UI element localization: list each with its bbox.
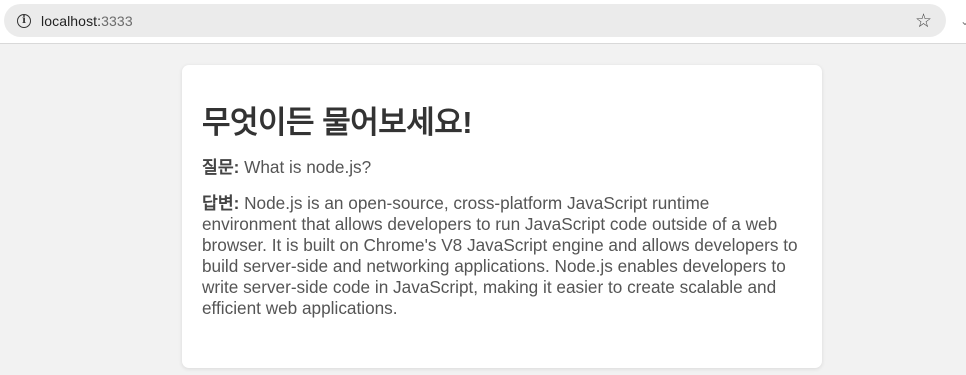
answer-label: 답변: [202,193,240,213]
star-icon[interactable]: ☆ [915,10,932,33]
answer-paragraph: 답변: Node.js is an open-source, cross-pla… [202,193,802,319]
url-port: 3333 [101,13,133,29]
url-host: localhost: [41,13,102,29]
info-icon[interactable]: i [17,14,31,28]
browser-toolbar: i localhost:3333 ☆ ⌄ [0,0,966,44]
qa-card: 무엇이든 물어보세요! 질문: What is node.js? 답변: Nod… [182,65,822,368]
answer-text: Node.js is an open-source, cross-platfor… [202,193,798,318]
question-paragraph: 질문: What is node.js? [202,157,802,178]
overflow-menu-icon[interactable]: ⌄ [960,14,966,28]
address-bar[interactable]: i localhost:3333 ☆ [4,4,946,37]
url-text[interactable]: localhost:3333 [41,13,133,29]
question-label: 질문: [202,157,240,177]
page-title: 무엇이든 물어보세요! [202,105,473,140]
question-text: What is node.js? [239,157,372,177]
